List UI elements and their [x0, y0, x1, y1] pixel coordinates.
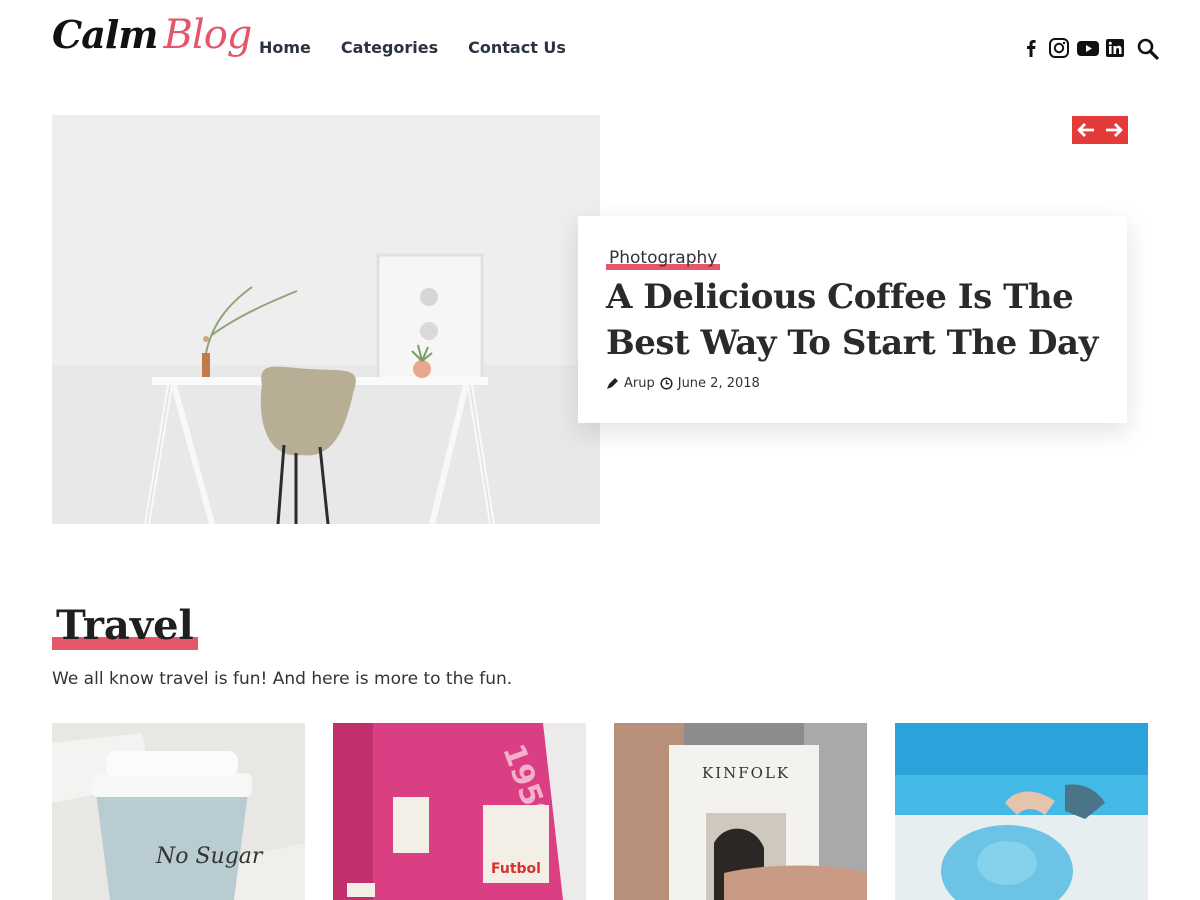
youtube-icon[interactable]	[1076, 37, 1099, 59]
logo-text-blog: Blog	[163, 12, 253, 58]
travel-thumb-magazine[interactable]: 1959 Futbol	[333, 723, 586, 900]
site-logo[interactable]: Calm Blog	[52, 12, 253, 78]
logo-text-calm: Calm	[52, 12, 159, 57]
travel-thumb-coffee-cup[interactable]: No Sugar	[52, 723, 305, 900]
facebook-icon[interactable]	[1020, 37, 1042, 59]
slider-controls	[1072, 116, 1128, 144]
social-links	[1020, 37, 1126, 59]
travel-thumb-beach-hat[interactable]	[895, 723, 1148, 900]
arrow-right-icon[interactable]	[1103, 119, 1125, 141]
section-subtitle-travel: We all know travel is fun! And here is m…	[52, 669, 513, 689]
cup-text: No Sugar	[155, 844, 264, 869]
clock-icon	[660, 377, 673, 390]
magazine-futbol-text: Futbol	[491, 861, 541, 877]
search-icon[interactable]	[1136, 37, 1160, 61]
arrow-left-icon[interactable]	[1075, 119, 1097, 141]
travel-post-grid: No Sugar 1959 Futbol KINFOLK	[52, 723, 1148, 900]
post-date: June 2, 2018	[677, 376, 760, 391]
instagram-icon[interactable]	[1048, 37, 1070, 59]
post-meta: Arup June 2, 2018	[606, 376, 1099, 391]
nav-categories[interactable]: Categories	[341, 38, 438, 57]
nav-home[interactable]: Home	[259, 38, 311, 57]
hero-post-card: Photography A Delicious Coffee Is The Be…	[578, 216, 1127, 423]
post-category-tag[interactable]: Photography	[606, 246, 721, 270]
hero-featured-image[interactable]	[52, 115, 600, 524]
main-nav: Home Categories Contact Us	[259, 38, 566, 57]
post-author[interactable]: Arup	[624, 376, 655, 391]
linkedin-icon[interactable]	[1104, 37, 1126, 59]
nav-contact-us[interactable]: Contact Us	[468, 38, 566, 57]
magazine-title-text: KINFOLK	[702, 764, 790, 782]
section-title-travel: Travel	[52, 602, 198, 650]
post-title[interactable]: A Delicious Coffee Is The Best Way To St…	[606, 274, 1099, 366]
pen-icon	[606, 377, 619, 390]
travel-thumb-kinfolk[interactable]: KINFOLK	[614, 723, 867, 900]
